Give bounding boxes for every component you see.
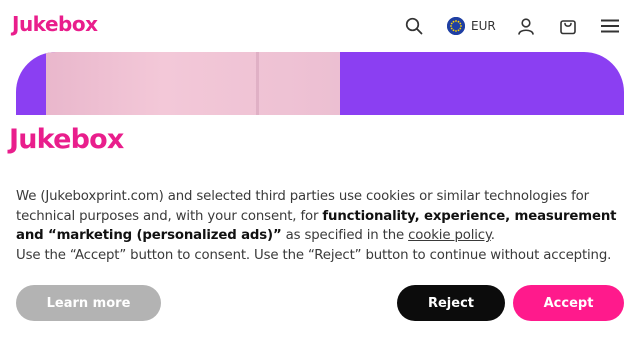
hero-banner (16, 52, 624, 115)
page: Jukebox EUR Jukebox We (Jukeboxprint.com… (0, 0, 640, 341)
header-logo[interactable]: Jukebox (12, 12, 98, 36)
consent-text-part3: . (490, 228, 495, 243)
consent-text-part2: as specified in the (281, 228, 409, 243)
currency-label: EUR (471, 19, 496, 33)
accept-button[interactable]: Accept (513, 285, 624, 321)
consent-text: We (Jukeboxprint.com) and selected third… (16, 187, 628, 265)
consent-text-line2: Use the “Accept” button to consent. Use … (16, 247, 612, 263)
cookie-policy-link[interactable]: cookie policy (408, 228, 491, 243)
cookie-logo: Jukebox (9, 124, 124, 155)
learn-more-button[interactable]: Learn more (16, 285, 161, 321)
currency-selector[interactable]: EUR (447, 16, 496, 36)
search-icon[interactable] (402, 14, 426, 38)
hero-image-shirt (46, 52, 340, 115)
eu-flag-icon (447, 17, 465, 35)
reject-button[interactable]: Reject (397, 285, 505, 321)
menu-icon[interactable] (598, 14, 622, 38)
shirt-fold (256, 52, 259, 115)
cart-icon[interactable] (556, 14, 580, 38)
site-header: Jukebox EUR (0, 0, 640, 52)
user-icon[interactable] (514, 14, 538, 38)
